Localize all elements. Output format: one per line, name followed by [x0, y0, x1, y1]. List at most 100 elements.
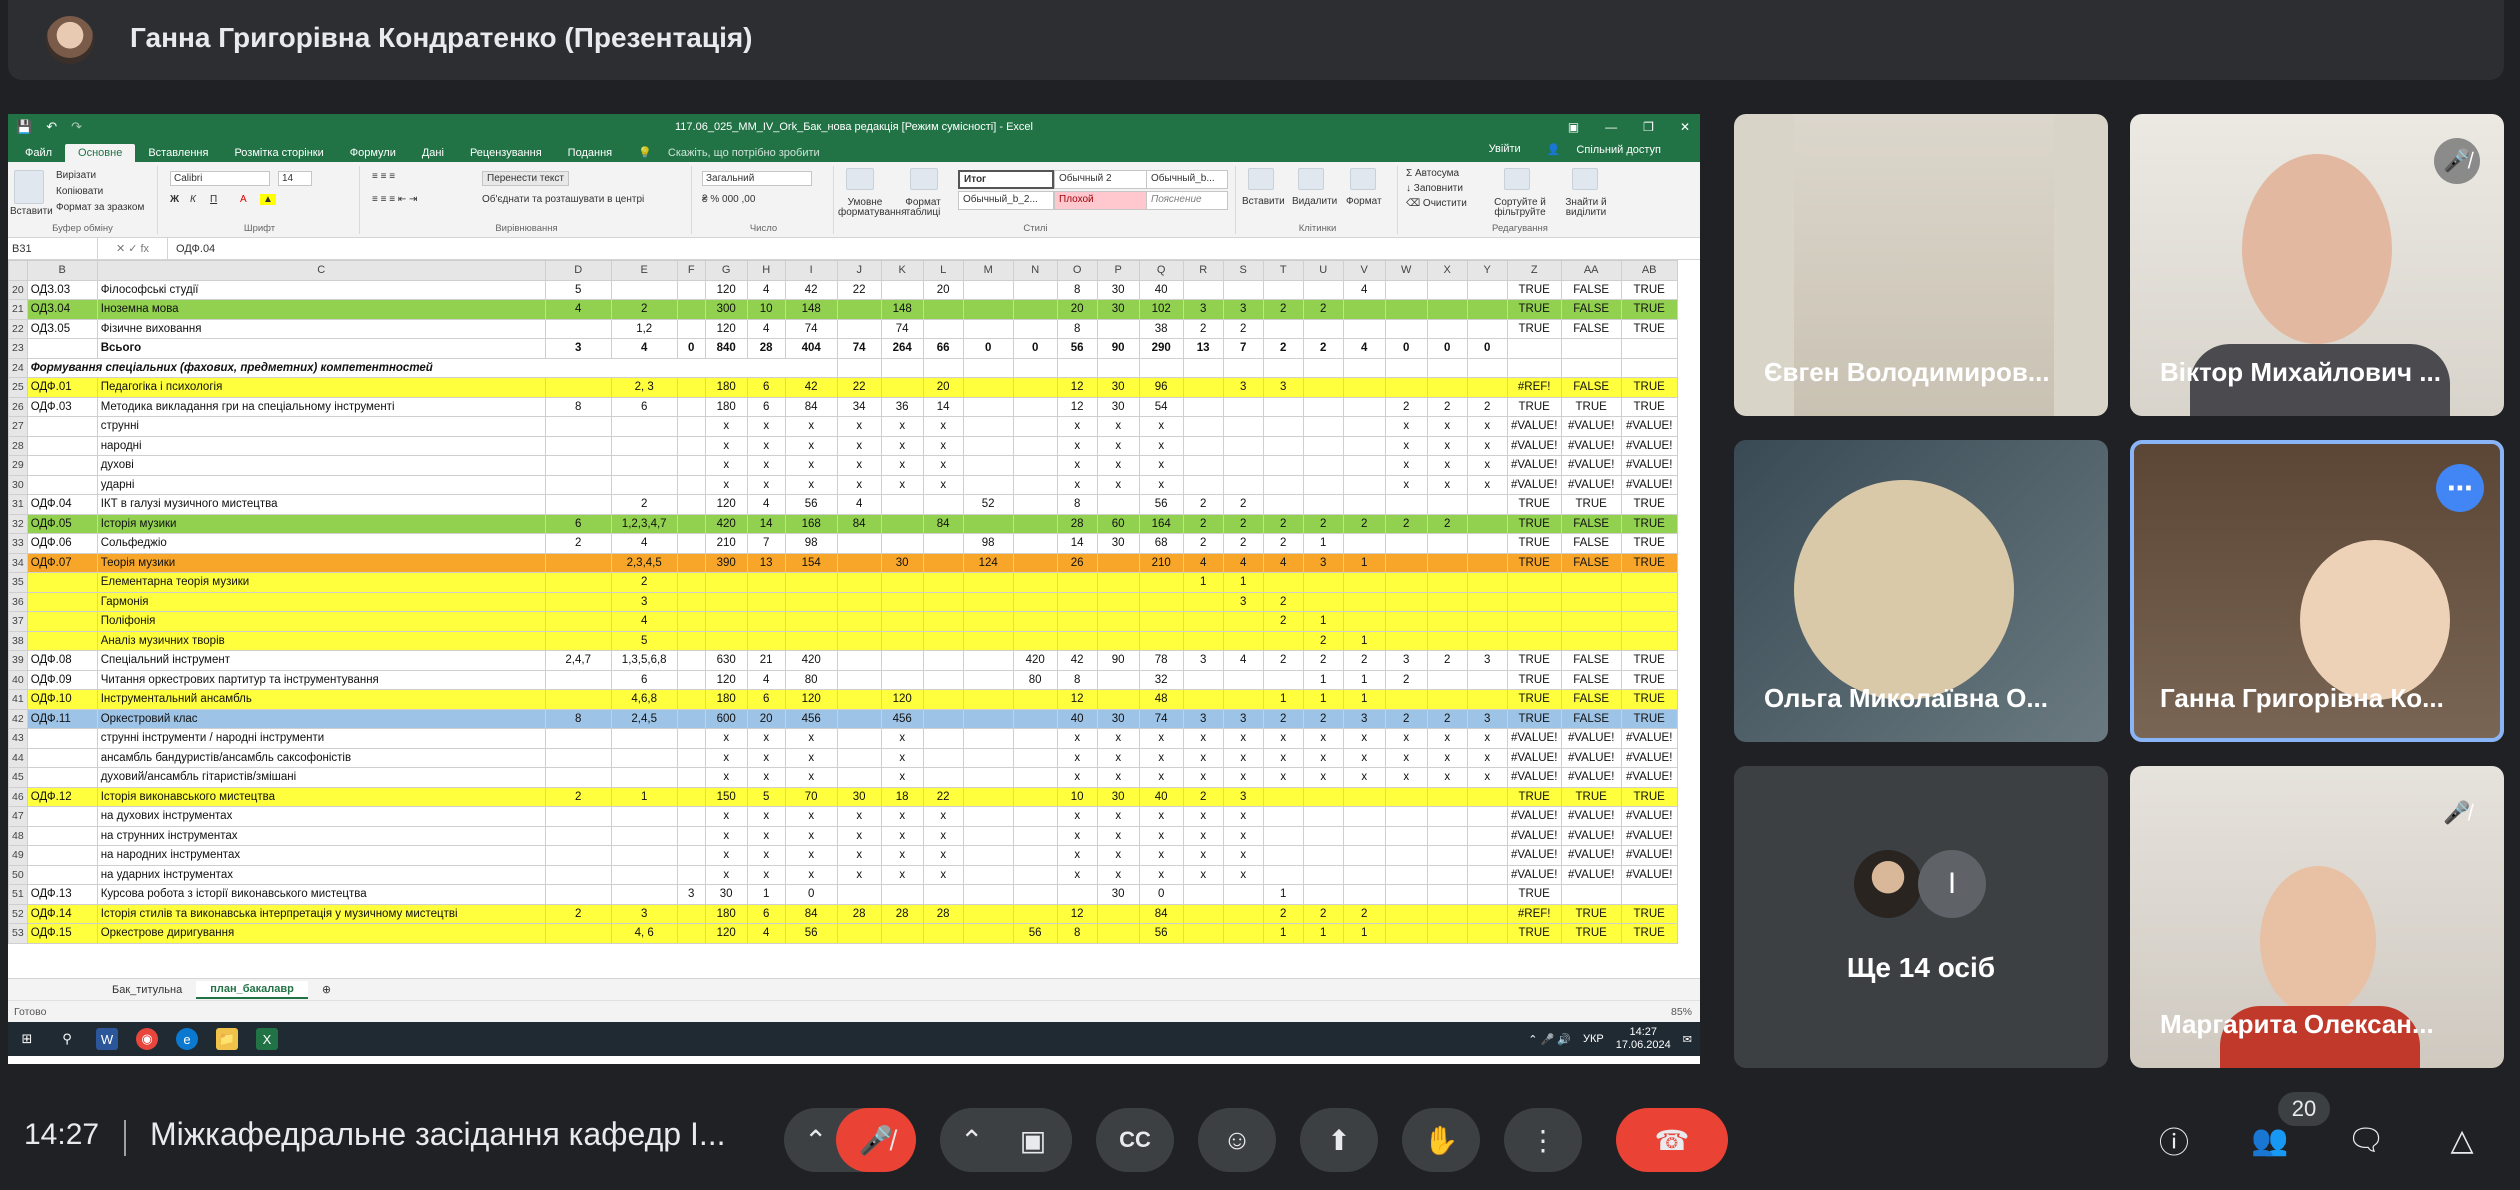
- cell[interactable]: x: [1096, 825, 1140, 846]
- cell[interactable]: [962, 513, 1014, 534]
- cell[interactable]: [1012, 630, 1058, 651]
- cell[interactable]: 42: [1056, 650, 1098, 671]
- cell[interactable]: [836, 552, 882, 573]
- cell[interactable]: 6: [746, 689, 786, 710]
- cell[interactable]: x: [1466, 455, 1508, 476]
- paste-label[interactable]: Вставити: [10, 206, 53, 217]
- cell[interactable]: 6: [610, 669, 678, 690]
- hand-icon[interactable]: ✋: [1402, 1108, 1480, 1172]
- cell[interactable]: x: [1096, 474, 1140, 495]
- cell[interactable]: 456: [784, 708, 838, 729]
- cell[interactable]: [1012, 611, 1058, 632]
- cell[interactable]: ОДФ.13: [26, 884, 98, 905]
- cell[interactable]: x: [1426, 728, 1468, 749]
- cell[interactable]: x: [1182, 806, 1224, 827]
- cell[interactable]: [1342, 396, 1386, 417]
- cell[interactable]: [1384, 299, 1428, 320]
- cell[interactable]: [610, 435, 678, 456]
- cell[interactable]: [880, 650, 924, 671]
- cell[interactable]: 2: [1426, 396, 1468, 417]
- participant-tile-4[interactable]: ⋯ Ганна Григорівна Ко...: [2130, 440, 2504, 742]
- cell[interactable]: [610, 864, 678, 885]
- column-header[interactable]: M: [962, 260, 1014, 281]
- cell[interactable]: 28: [746, 338, 786, 359]
- number-format-select[interactable]: Загальний: [702, 171, 812, 186]
- cell[interactable]: [1056, 630, 1098, 651]
- cell[interactable]: 3: [544, 338, 612, 359]
- camera-icon[interactable]: ▣: [994, 1108, 1072, 1172]
- cell[interactable]: x: [1426, 455, 1468, 476]
- cell[interactable]: 2: [1342, 903, 1386, 924]
- cell[interactable]: x: [880, 728, 924, 749]
- cell[interactable]: TRUE: [1506, 650, 1562, 671]
- cell[interactable]: [1222, 279, 1264, 300]
- cell[interactable]: [1302, 845, 1344, 866]
- cell[interactable]: TRUE: [1506, 279, 1562, 300]
- cell[interactable]: 1: [1342, 630, 1386, 651]
- cell[interactable]: Поліфонія: [96, 611, 546, 632]
- conditional-format-label[interactable]: Умовне форматування: [838, 198, 906, 218]
- cell[interactable]: 74: [1138, 708, 1184, 729]
- cell[interactable]: [922, 494, 964, 515]
- cell[interactable]: x: [1096, 728, 1140, 749]
- cell[interactable]: [1466, 669, 1508, 690]
- cell[interactable]: x: [922, 435, 964, 456]
- cell[interactable]: [1384, 611, 1428, 632]
- cell[interactable]: [962, 747, 1014, 768]
- cell[interactable]: 164: [1138, 513, 1184, 534]
- cell[interactable]: ОДЗ.03: [26, 279, 98, 300]
- cell[interactable]: Оркестрове диригування: [96, 923, 546, 944]
- cell[interactable]: 54: [1138, 396, 1184, 417]
- cell[interactable]: 30: [1096, 533, 1140, 554]
- cell[interactable]: ОДФ.08: [26, 650, 98, 671]
- cell[interactable]: 4: [746, 669, 786, 690]
- row-header[interactable]: 39: [8, 650, 28, 671]
- cut-button[interactable]: Вирізати: [56, 170, 96, 181]
- cell[interactable]: Теорія музики: [96, 552, 546, 573]
- cell[interactable]: 34: [836, 396, 882, 417]
- cell[interactable]: 1: [1342, 669, 1386, 690]
- cell[interactable]: #VALUE!: [1506, 747, 1562, 768]
- cell[interactable]: [26, 338, 98, 359]
- cell[interactable]: [1620, 630, 1678, 651]
- cell[interactable]: TRUE: [1620, 533, 1678, 554]
- cell[interactable]: x: [1262, 767, 1304, 788]
- cell[interactable]: ОДФ.07: [26, 552, 98, 573]
- cell[interactable]: 13: [1182, 338, 1224, 359]
- cell[interactable]: [1096, 572, 1140, 593]
- cell[interactable]: #REF!: [1506, 903, 1562, 924]
- cell[interactable]: 0: [1012, 338, 1058, 359]
- cell[interactable]: [1560, 591, 1622, 612]
- cell[interactable]: 28: [922, 903, 964, 924]
- cell[interactable]: [1620, 884, 1678, 905]
- cell[interactable]: 30: [836, 786, 882, 807]
- cell[interactable]: [746, 611, 786, 632]
- cell[interactable]: 40: [1138, 279, 1184, 300]
- cell[interactable]: [962, 396, 1014, 417]
- cell[interactable]: x: [1384, 474, 1428, 495]
- cell[interactable]: 2: [1222, 318, 1264, 339]
- cell[interactable]: [1182, 591, 1224, 612]
- cell[interactable]: [962, 474, 1014, 495]
- cell[interactable]: Історія музики: [96, 513, 546, 534]
- cell[interactable]: [676, 708, 706, 729]
- cell[interactable]: 2: [1262, 513, 1304, 534]
- cell[interactable]: [1426, 786, 1468, 807]
- cell[interactable]: [1342, 474, 1386, 495]
- cell[interactable]: [1012, 357, 1058, 378]
- cell[interactable]: 2: [1302, 903, 1344, 924]
- cell[interactable]: 2: [1426, 650, 1468, 671]
- cell[interactable]: 74: [784, 318, 838, 339]
- insert-cells-icon[interactable]: [1248, 168, 1274, 190]
- copy-button[interactable]: Копіювати: [56, 186, 103, 197]
- row-header[interactable]: 53: [8, 923, 28, 944]
- cell[interactable]: [1096, 923, 1140, 944]
- cell[interactable]: [962, 591, 1014, 612]
- cell[interactable]: [1262, 630, 1304, 651]
- cell[interactable]: [1302, 806, 1344, 827]
- cell[interactable]: [610, 279, 678, 300]
- row-header[interactable]: 38: [8, 630, 28, 651]
- cell[interactable]: [836, 669, 882, 690]
- cell[interactable]: [1182, 435, 1224, 456]
- cell[interactable]: x: [1138, 435, 1184, 456]
